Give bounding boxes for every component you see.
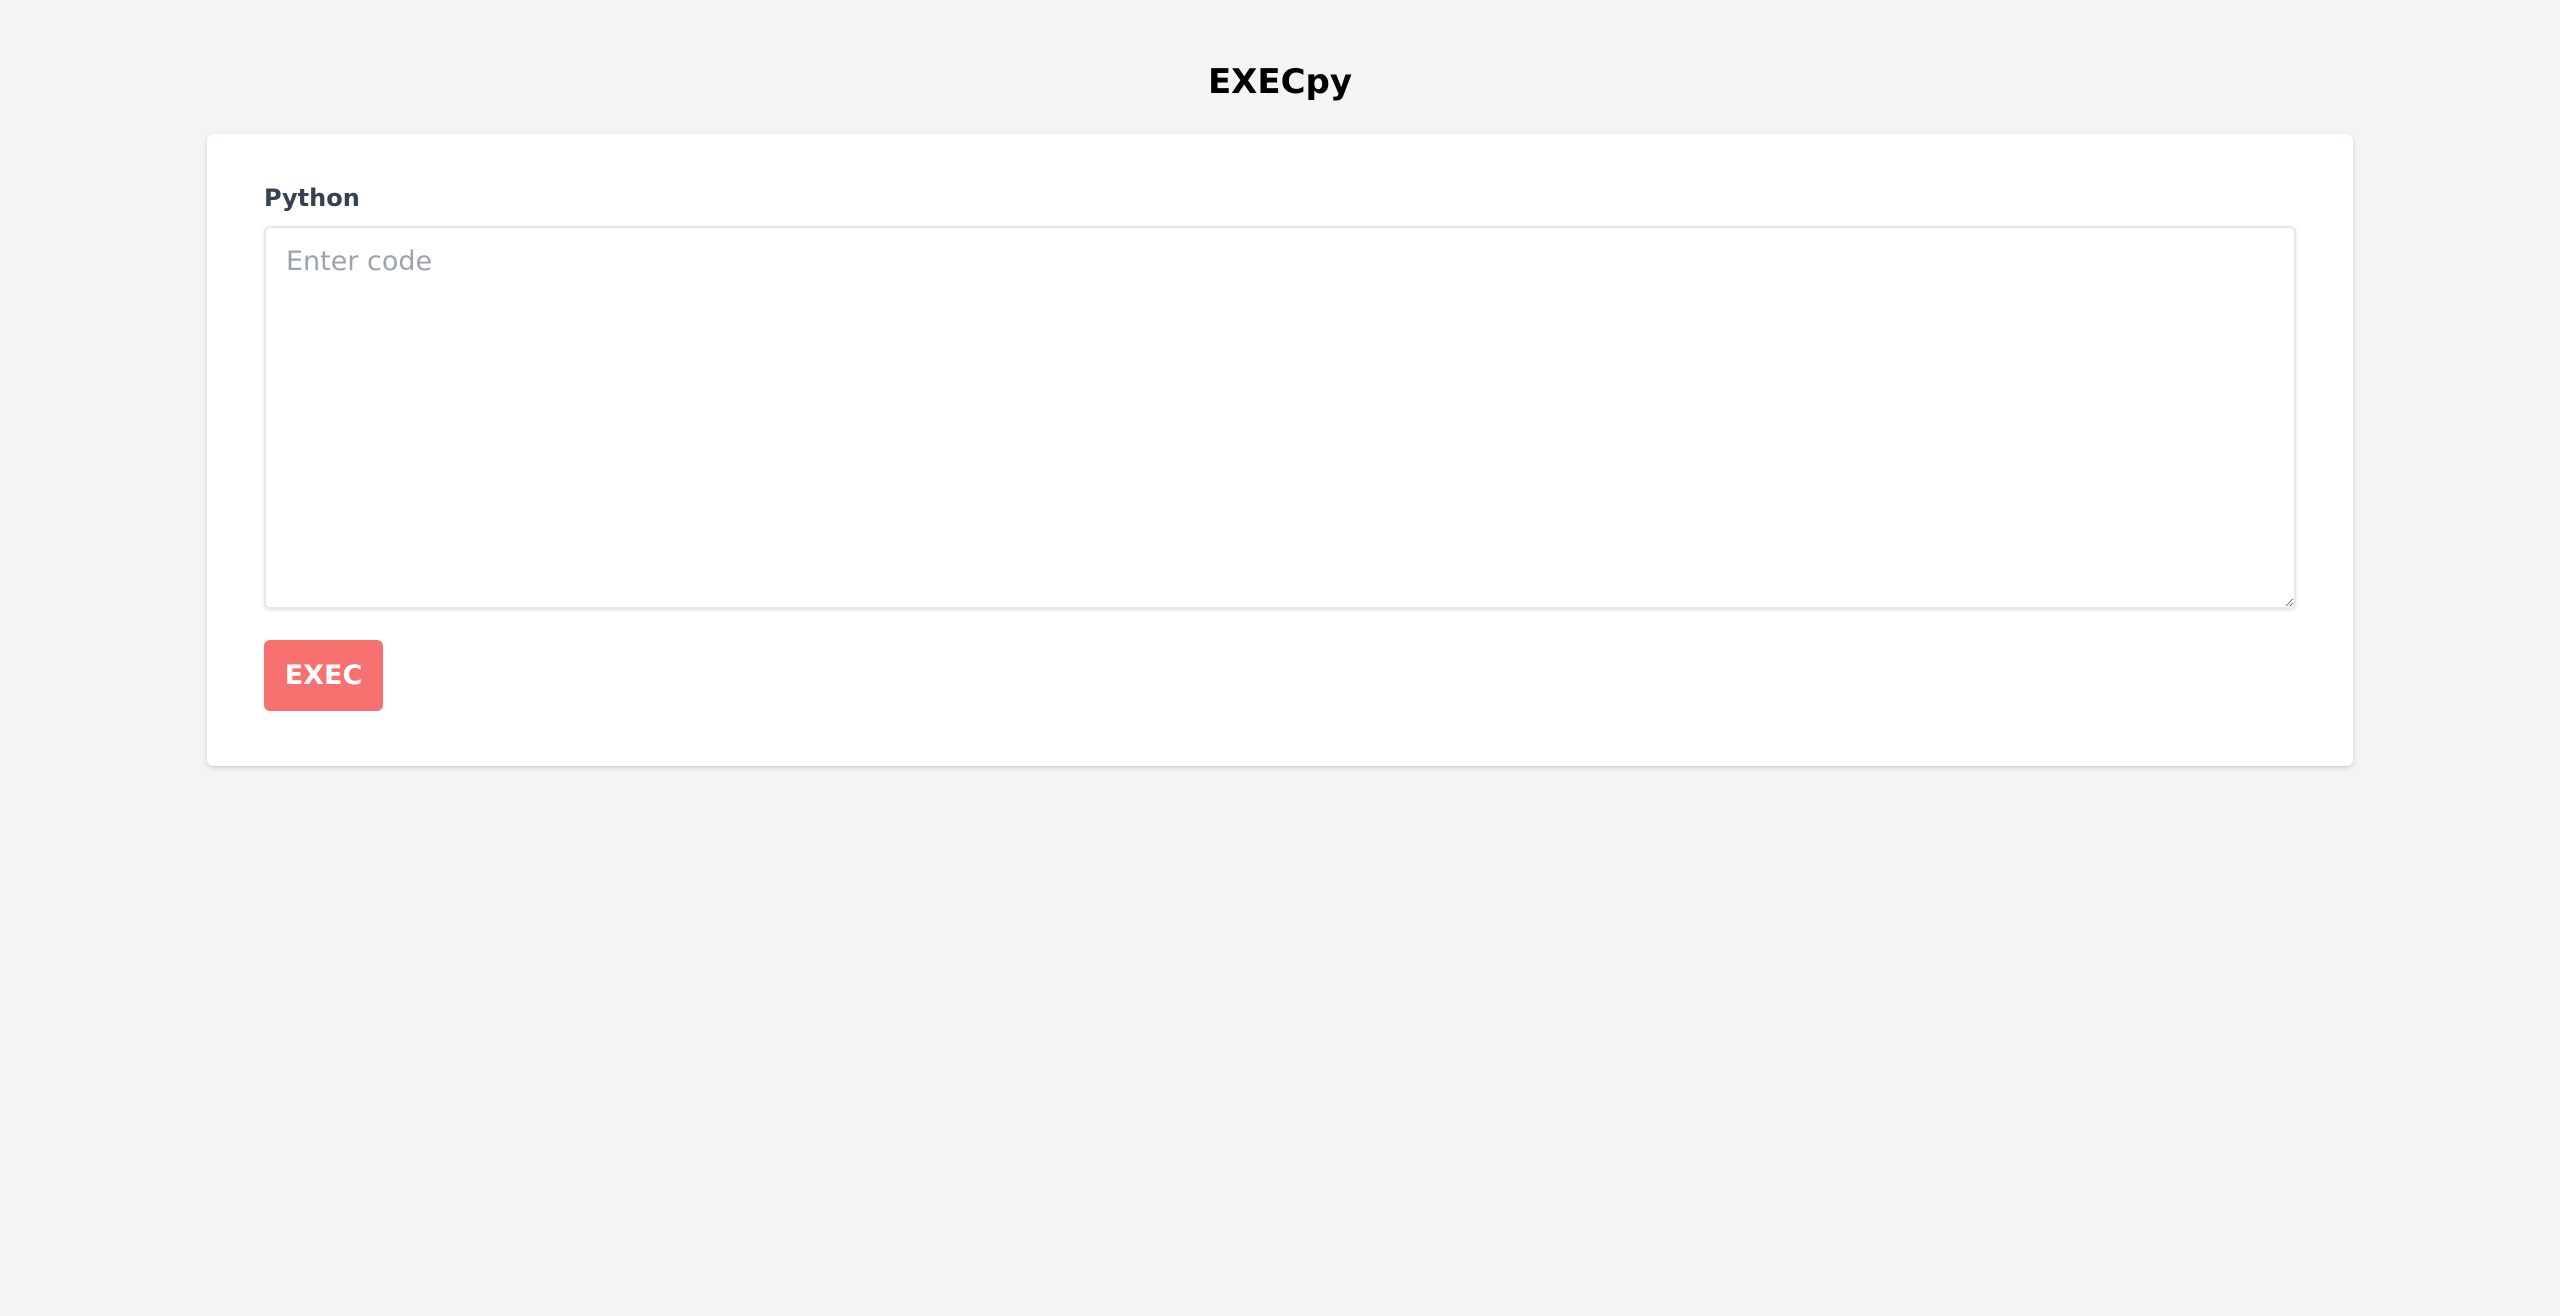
- code-input[interactable]: [264, 226, 2296, 609]
- page: EXECpy Python EXEC: [0, 0, 2560, 1316]
- python-label: Python: [264, 184, 360, 212]
- exec-button[interactable]: EXEC: [264, 640, 383, 711]
- code-form-card: Python EXEC: [207, 134, 2353, 766]
- page-title: EXECpy: [1207, 62, 1353, 102]
